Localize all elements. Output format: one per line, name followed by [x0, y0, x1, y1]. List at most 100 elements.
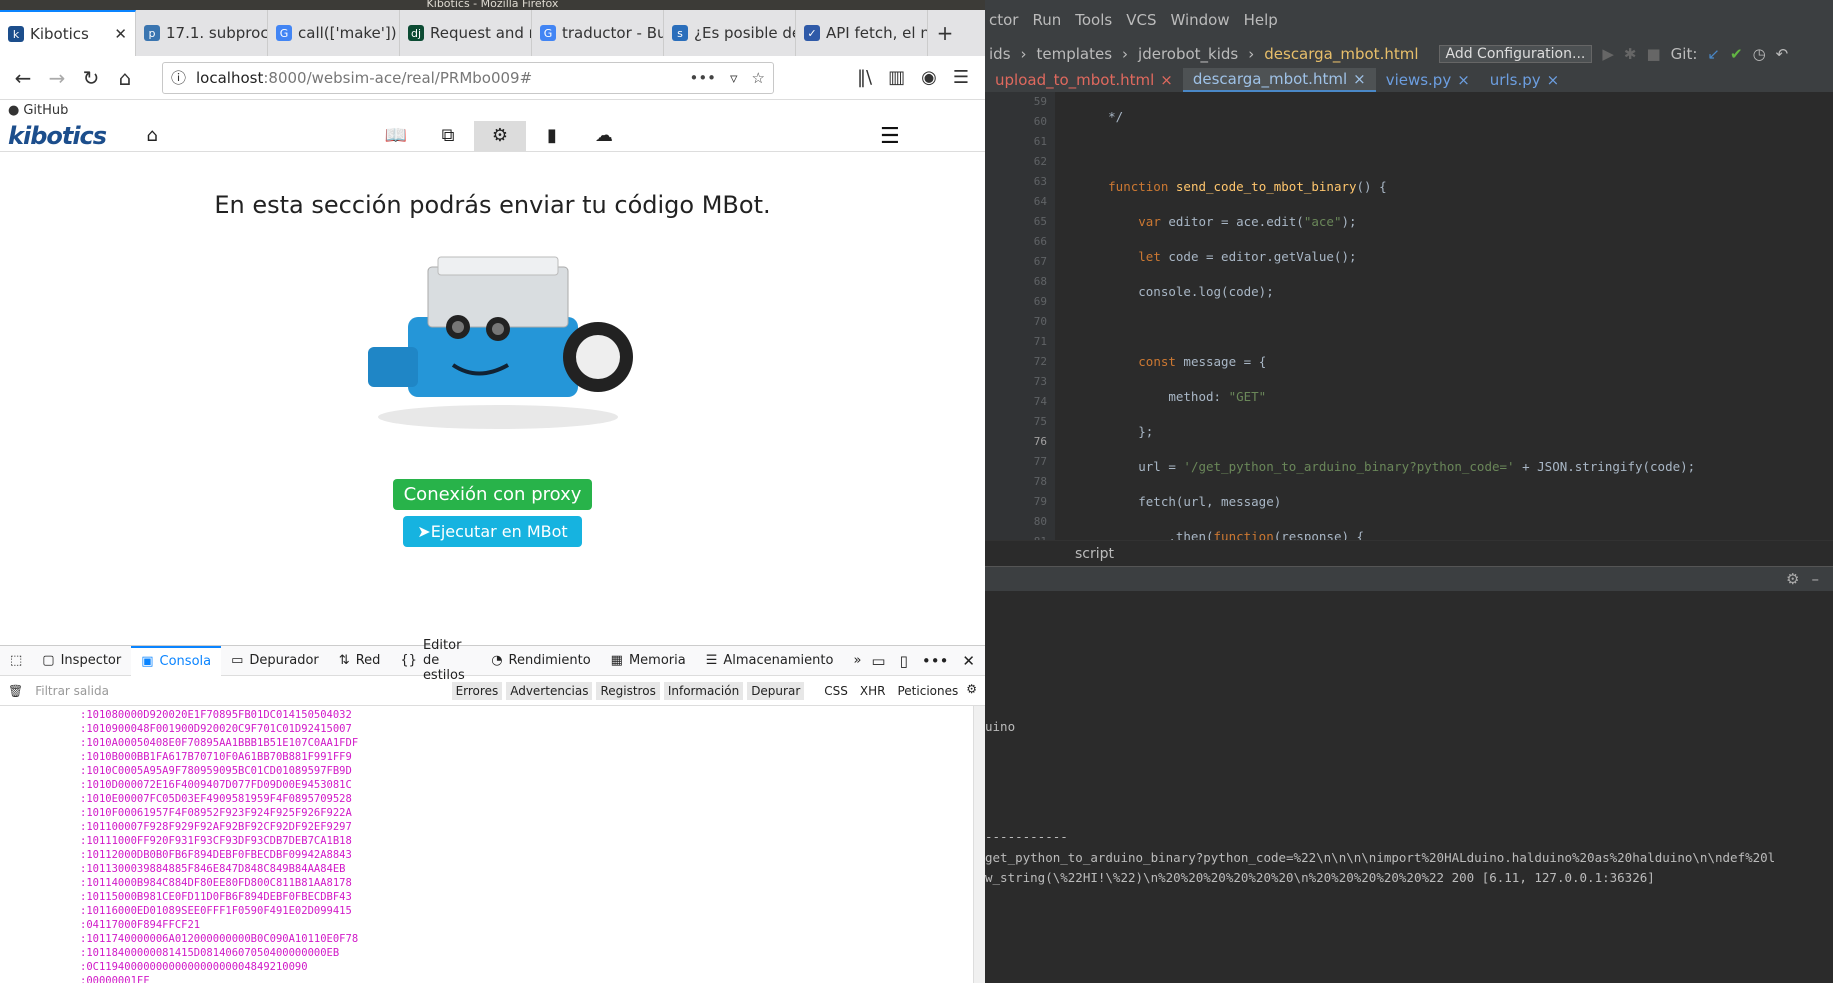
- menu-window[interactable]: Window: [1170, 11, 1229, 29]
- tab-label: API fetch, el n: [826, 24, 928, 42]
- menu-refactor[interactable]: ctor: [989, 11, 1018, 29]
- tab-api-fetch[interactable]: ✓ API fetch, el n: [796, 10, 928, 56]
- console-scrollbar[interactable]: [973, 706, 985, 983]
- filter-warnings[interactable]: Advertencias: [506, 681, 593, 700]
- forward-icon[interactable]: →: [40, 61, 74, 95]
- console-log-line: :1010F00061957F4F08952F923F924F925F926F9…: [80, 807, 352, 819]
- more-tabs-icon[interactable]: »: [843, 646, 871, 676]
- account-icon[interactable]: ◉: [921, 67, 937, 88]
- home-icon[interactable]: ⌂: [108, 61, 142, 95]
- editor-tab-descarga[interactable]: descarga_mbot.html ×: [1182, 68, 1376, 92]
- library-icon[interactable]: ‖\: [857, 67, 872, 88]
- close-icon[interactable]: ✕: [114, 25, 127, 43]
- robot-icon[interactable]: ⚙: [474, 120, 526, 151]
- tab-debugger[interactable]: ▭ Depurador: [221, 646, 329, 676]
- filter-input[interactable]: Filtrar salida: [35, 684, 109, 698]
- revert-icon[interactable]: ↶: [1776, 45, 1789, 63]
- kibotics-icon: k: [8, 26, 24, 42]
- minimize-icon[interactable]: –: [1812, 570, 1820, 588]
- tab-performance[interactable]: ◔ Rendimiento: [481, 646, 600, 676]
- git-commit-icon[interactable]: ✔: [1730, 45, 1743, 63]
- run-icon[interactable]: ▶: [1602, 45, 1614, 63]
- info-icon[interactable]: ⓘ: [171, 67, 186, 88]
- pocket-icon[interactable]: ▿: [730, 69, 738, 87]
- editor-tab-urls[interactable]: urls.py ×: [1480, 68, 1569, 92]
- path-ids[interactable]: ids: [989, 45, 1011, 63]
- tab-label: 17.1. subproce: [166, 24, 268, 42]
- tab-kibotics[interactable]: k Kibotics ✕: [0, 10, 136, 56]
- editor-breadcrumb[interactable]: script: [985, 540, 1833, 566]
- menu-vcs[interactable]: VCS: [1126, 11, 1156, 29]
- close-icon[interactable]: ×: [1547, 71, 1560, 89]
- menu-icon[interactable]: ☰: [953, 67, 969, 88]
- tab-style-editor[interactable]: {} Editor de estilos: [390, 638, 481, 683]
- output-line: uino: [985, 719, 1016, 734]
- chat-icon[interactable]: ▮: [526, 121, 578, 151]
- history-icon[interactable]: ◷: [1753, 45, 1766, 63]
- filter-debug[interactable]: Depurar: [747, 681, 805, 700]
- path-file[interactable]: descarga_mbot.html: [1264, 45, 1418, 63]
- url-bar[interactable]: ⓘ localhost:8000/websim-ace/real/PRMbo00…: [162, 61, 774, 94]
- tab-network[interactable]: ⇅ Red: [329, 646, 391, 676]
- editor-tab-upload[interactable]: upload_to_mbot.html ×: [985, 68, 1183, 92]
- book-icon[interactable]: 📖: [370, 121, 422, 151]
- git-update-icon[interactable]: ↙: [1707, 45, 1720, 63]
- filter-xhr[interactable]: XHR: [856, 682, 890, 700]
- path-templates[interactable]: templates: [1037, 45, 1113, 63]
- reload-icon[interactable]: ↻: [74, 61, 108, 95]
- forum-icon[interactable]: ☁: [578, 121, 630, 151]
- path-jderobot-kids[interactable]: jderobot_kids: [1138, 45, 1238, 63]
- dock-icon[interactable]: ▯: [900, 652, 908, 670]
- tab-subprocess[interactable]: p 17.1. subproce: [136, 10, 268, 56]
- tab-es-posible[interactable]: s ¿Es posible de: [664, 10, 796, 56]
- options-icon[interactable]: •••: [922, 652, 949, 670]
- send-icon: ➤: [417, 522, 431, 541]
- filter-errors[interactable]: Errores: [451, 681, 503, 700]
- responsive-icon[interactable]: ▭: [871, 652, 885, 670]
- console-log-line: :1010C0005A95A9F780959095BC01CD01089597F…: [80, 765, 352, 777]
- close-icon[interactable]: ×: [1457, 71, 1470, 89]
- picker-icon[interactable]: ⬚: [0, 646, 32, 676]
- run-on-mbot-button[interactable]: ➤Ejecutar en MBot: [403, 516, 582, 547]
- editor-tab-views[interactable]: views.py ×: [1376, 68, 1480, 92]
- code-icon[interactable]: ⧉: [422, 121, 474, 151]
- stop-icon[interactable]: ■: [1646, 45, 1660, 63]
- code-editor[interactable]: 59 60 61 62 63 64 65 66 67 68 69 70 71 72 73 74 75 76 77 78…: [985, 92, 1833, 859]
- tab-label: Inspector: [60, 653, 122, 668]
- filter-requests[interactable]: Peticiones: [893, 682, 962, 700]
- tab-storage[interactable]: ☰ Almacenamiento: [696, 646, 844, 676]
- filter-css[interactable]: CSS: [820, 682, 852, 700]
- new-tab-icon[interactable]: +: [928, 16, 962, 50]
- tab-traductor[interactable]: Gtraductor - Bu: [532, 10, 664, 56]
- back-icon[interactable]: ←: [6, 61, 40, 95]
- stackoverflow-icon: s: [672, 25, 688, 41]
- proxy-connection-button[interactable]: Conexión con proxy: [392, 479, 593, 510]
- more-icon[interactable]: •••: [689, 69, 716, 87]
- sidebar-icon[interactable]: ▥: [888, 67, 905, 88]
- site-logo[interactable]: kibotics: [8, 122, 107, 150]
- add-configuration-button[interactable]: Add Configuration...: [1438, 45, 1593, 63]
- hamburger-icon[interactable]: ☰: [880, 124, 900, 149]
- bookmark-star-icon[interactable]: ☆: [752, 69, 765, 87]
- tab-inspector[interactable]: ▢ Inspector: [32, 646, 131, 676]
- home-icon[interactable]: ⌂: [126, 121, 178, 151]
- menu-run[interactable]: Run: [1032, 11, 1061, 29]
- settings-gear-icon[interactable]: ⚙: [1786, 570, 1799, 588]
- tab-call-make[interactable]: Gcall(['make']) e: [268, 10, 400, 56]
- close-icon[interactable]: ×: [1353, 70, 1366, 88]
- tab-memory[interactable]: ▦ Memoria: [601, 646, 696, 676]
- tab-console[interactable]: ▣ Consola: [131, 645, 222, 676]
- debug-icon[interactable]: ✱: [1624, 45, 1637, 63]
- close-icon[interactable]: ×: [1160, 71, 1173, 89]
- close-devtools-icon[interactable]: ✕: [962, 652, 975, 670]
- menu-tools[interactable]: Tools: [1075, 11, 1112, 29]
- line-number: 73: [1033, 375, 1047, 388]
- menu-help[interactable]: Help: [1244, 11, 1278, 29]
- settings-gear-icon[interactable]: ⚙: [966, 682, 977, 700]
- bookmark-github[interactable]: GitHub: [23, 103, 68, 118]
- trash-icon[interactable]: 🗑: [8, 684, 23, 698]
- console-log-line: :04117000F894FFCF21: [80, 919, 201, 931]
- filter-info[interactable]: Información: [663, 681, 744, 700]
- filter-logs[interactable]: Registros: [596, 681, 660, 700]
- tab-request[interactable]: dj Request and r: [400, 10, 532, 56]
